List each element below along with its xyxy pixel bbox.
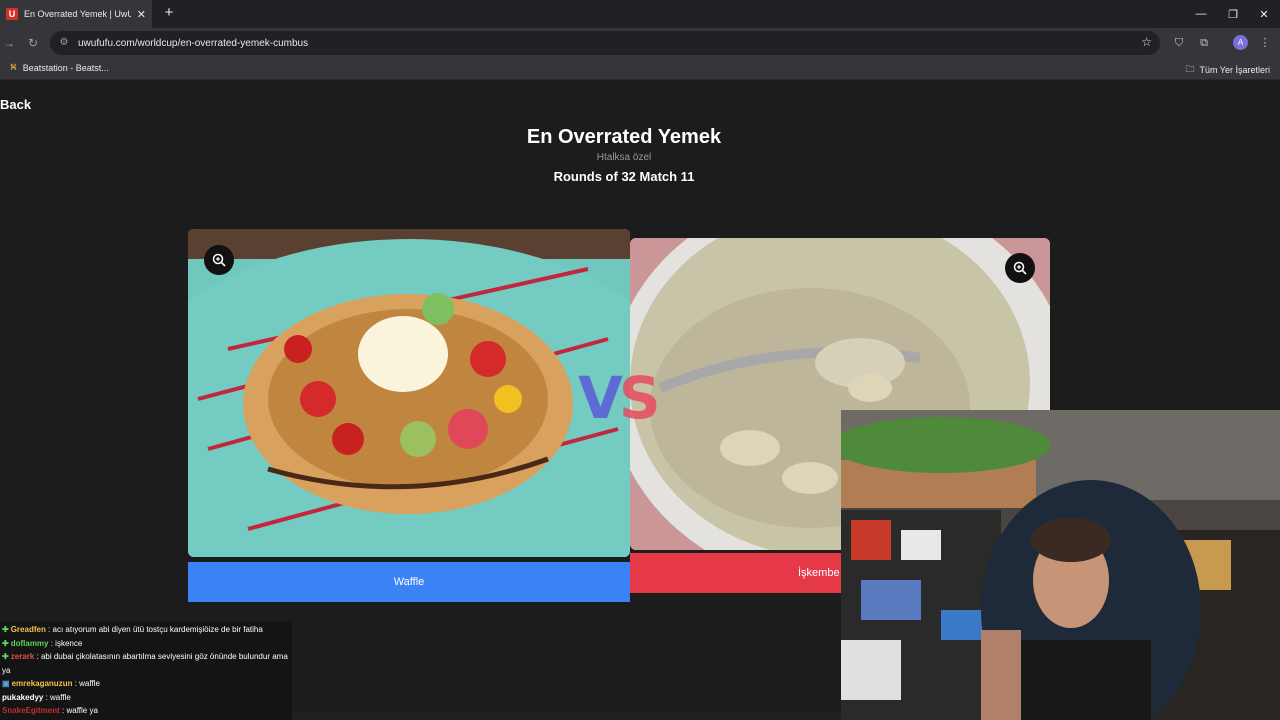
all-bookmarks-label: Tüm Yer İşaretleri [1199, 65, 1270, 75]
page-title: En Overrated Yemek [526, 126, 722, 148]
bookmarks-bar: ⛕ Beatstation - Beatst... 🗀 Tüm Yer İşar… [0, 58, 1280, 80]
chat-badge-icon: ✚ [2, 638, 9, 648]
back-button[interactable]: Back [0, 97, 31, 112]
close-window-icon[interactable]: ✕ [1248, 0, 1280, 28]
page-subtitle: Htalksa özel [596, 152, 652, 163]
zoom-icon[interactable] [1005, 253, 1035, 283]
webcam-overlay [841, 410, 1280, 720]
waffle-choice-button[interactable]: Waffle [188, 562, 630, 602]
address-bar[interactable]: ⚙ uwufufu.com/worldcup/en-overrated-yeme… [50, 31, 1160, 55]
folder-icon: 🗀 [1185, 64, 1195, 74]
site-info-icon[interactable]: ⚙ [58, 37, 70, 49]
chat-message: ▣ emrekaganuzun : waffle [2, 679, 100, 688]
site-favicon-icon: U [6, 8, 18, 20]
chat-badge-icon: ▣ [2, 679, 10, 688]
chat-badge-icon: ✚ [2, 625, 9, 634]
tab-title: En Overrated Yemek | UwUFUFU [24, 9, 131, 19]
url-text: uwufufu.com/worldcup/en-overrated-yemek-… [78, 37, 309, 49]
browser-toolbar: → ↻ ⚙ uwufufu.com/worldcup/en-overrated-… [0, 28, 1280, 58]
chat-badge-icon: ✚ [2, 652, 9, 661]
menu-icon[interactable]: ⋮ [1258, 36, 1272, 50]
zoom-icon[interactable] [204, 245, 234, 275]
bookmark-label: Beatstation - Beatst... [22, 63, 109, 73]
streamer-webcam [841, 410, 1280, 720]
bookmark-star-icon[interactable]: ☆ [1141, 35, 1152, 49]
minimize-window-icon[interactable]: — [1185, 0, 1217, 28]
close-tab-icon[interactable]: ✕ [137, 8, 146, 21]
waffle-illustration [188, 229, 630, 557]
bookmark-favicon-icon: ⛕ [10, 62, 17, 72]
taskbar [292, 711, 841, 720]
all-bookmarks-button[interactable]: 🗀 Tüm Yer İşaretleri [1185, 62, 1270, 78]
bookmark-item[interactable]: ⛕ Beatstation - Beatst... [10, 62, 109, 74]
chat-message: SnakeEgitment : waffle ya [2, 706, 98, 715]
chat-message: ✚ Greadfen : acı atıyorum abi diyen ütü t… [2, 625, 263, 634]
chat-message: ✚ doflammy : işkence [2, 638, 83, 648]
chat-overlay: ✚ Greadfen : acı atıyorum abi diyen ütü t… [0, 621, 292, 720]
waffle-image[interactable] [188, 229, 630, 557]
round-label: Rounds of 32 Match 11 [553, 169, 695, 184]
profile-avatar[interactable]: A [1233, 35, 1248, 50]
chat-message: pukakedyy : waffle [2, 692, 71, 702]
shield-extension-icon[interactable]: ⛉ [1172, 36, 1186, 50]
iskembe-choice-label: İşkembe [798, 567, 840, 579]
new-tab-button[interactable]: + [160, 4, 178, 22]
reload-icon[interactable]: ↻ [24, 34, 42, 52]
browser-tabbar: U En Overrated Yemek | UwUFUFU ✕ + — ❐ ✕ [0, 0, 1280, 28]
restore-window-icon[interactable]: ❐ [1217, 0, 1249, 28]
browser-tab[interactable]: U En Overrated Yemek | UwUFUFU ✕ [0, 0, 152, 28]
vs-label: VS [578, 364, 661, 432]
forward-icon[interactable]: → [0, 34, 18, 52]
extensions-icon[interactable]: ⧉ [1197, 36, 1211, 50]
chat-message: ✚ zerark : abi dubai çikolatasının abartı… [2, 652, 288, 675]
